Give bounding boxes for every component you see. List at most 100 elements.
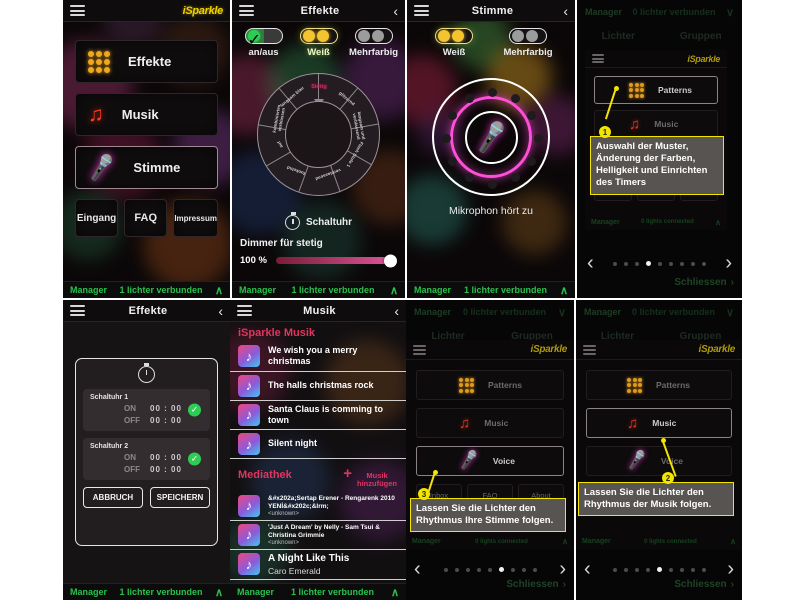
toggle-weiss-switch[interactable] [299, 28, 338, 44]
pager-next-icon[interactable]: › [559, 558, 566, 581]
home-button-faq[interactable]: FAQ [124, 199, 168, 237]
wheel-segment-verblassend[interactable]: verblassend [308, 165, 347, 183]
close-label: Schliessen [674, 579, 727, 590]
timer-row-2[interactable]: Schaltuhr 2 ON 00 : 00 OFF 00 : 00 ✓ [83, 438, 210, 480]
track-info: A Night Like This Caro Emerald [268, 553, 349, 576]
inner-button-music[interactable]: ♫ Music [416, 408, 564, 438]
chevron-up-icon[interactable]: ∧ [215, 586, 223, 599]
wheel-hub[interactable] [285, 101, 352, 168]
back-icon[interactable]: ‹ [387, 304, 399, 318]
menu-icon[interactable] [583, 344, 596, 355]
pager-prev-icon[interactable]: ‹ [414, 558, 421, 581]
home-button-eingang[interactable]: Eingang [75, 199, 119, 237]
status-manager[interactable]: Manager [414, 285, 451, 295]
toggle-weiss[interactable]: Weiß [417, 28, 491, 58]
track-row[interactable]: ♪ Santa Claus is comming to town [230, 401, 406, 430]
callout-number: 1 [599, 126, 611, 138]
add-music-label[interactable]: Musik hinzufügen [356, 471, 398, 489]
toggle-mehrfarbig[interactable]: Mehrfarbig [491, 28, 565, 58]
slider-thumb[interactable] [384, 254, 397, 267]
chevron-up-icon[interactable]: ∧ [391, 586, 399, 599]
tutorial-close-button[interactable]: Schliessen › [506, 579, 566, 590]
timer-enabled-check[interactable]: ✓ [188, 403, 201, 417]
effect-wheel[interactable]: Stetig glitzernd langsam und verblassend… [257, 73, 380, 196]
track-row[interactable]: ♪ We wish you a merry christmas [230, 342, 406, 372]
timer-on-value[interactable]: 00 : 00 [150, 404, 182, 413]
menu-icon[interactable] [592, 54, 604, 63]
toggle-knob [526, 30, 538, 42]
back-icon[interactable]: ‹ [556, 4, 568, 18]
album-art: ♪ [238, 345, 260, 368]
menu-icon[interactable] [239, 5, 254, 16]
toggle-weiss-switch[interactable] [435, 28, 473, 44]
track-row[interactable]: ♪ A Night Like This Caro Emerald [230, 550, 406, 580]
pager-prev-icon[interactable]: ‹ [584, 558, 591, 581]
timer-off-value[interactable]: 00 : 00 [150, 465, 182, 474]
inner-statusbar: Manager 0 lights connected ∧ [406, 535, 574, 548]
track-row[interactable]: ♪ The halls christmas rock [230, 372, 406, 401]
menu-icon[interactable] [237, 305, 252, 316]
status-lights: 0 lichter verbunden [462, 307, 546, 317]
save-button[interactable]: SPEICHERN [150, 487, 210, 508]
pager-next-icon[interactable]: › [725, 252, 732, 275]
pager-next-icon[interactable]: › [727, 558, 734, 581]
toggle-mehrfarbig-switch[interactable] [509, 28, 547, 44]
plus-icon[interactable]: + [343, 465, 356, 482]
chevron-right-icon: › [730, 579, 734, 590]
page-title: Effekte [128, 304, 168, 317]
timer-off-line[interactable]: OFF 00 : 00 [124, 465, 203, 474]
pager-prev-icon[interactable]: ‹ [587, 252, 594, 275]
inner-button-voice[interactable]: 🎤 Voice [416, 446, 564, 476]
toggle-onoff-switch[interactable]: ✓ [244, 28, 283, 49]
timer-off-line[interactable]: OFF 00 : 00 [124, 416, 203, 425]
timer-name: Schaltuhr 1 [90, 394, 129, 401]
menu-icon[interactable] [413, 344, 426, 355]
home-button-effekte[interactable]: Effekte [75, 40, 218, 83]
inner-button-music[interactable]: ♫ Music [594, 110, 718, 138]
timer-label: Schaltuhr [305, 217, 353, 228]
track-row[interactable]: ♪ &#x202a;Sertap Erener - Rengarenk 2010… [230, 492, 406, 521]
status-manager[interactable]: Manager [237, 587, 274, 597]
chevron-up-icon: ∧ [715, 217, 721, 227]
menu-icon[interactable] [70, 5, 85, 16]
chevron-up-icon[interactable]: ∧ [390, 284, 398, 297]
status-manager[interactable]: Manager [70, 587, 107, 597]
chevron-up-icon[interactable]: ∧ [560, 284, 568, 297]
timer-enabled-check[interactable]: ✓ [188, 452, 201, 466]
page-title: Effekte [300, 4, 340, 17]
timer-row-1[interactable]: Schaltuhr 1 ON 00 : 00 OFF 00 : 00 ✓ [83, 389, 210, 431]
back-icon[interactable]: ‹ [211, 304, 223, 318]
inner-button-voice[interactable]: 🎤 Voice [586, 446, 732, 476]
home-button-stimme[interactable]: 🎤 Stimme [75, 146, 218, 189]
track-row[interactable]: ♪ Silent night [230, 430, 406, 459]
timer-off-value[interactable]: 00 : 00 [150, 416, 182, 425]
status-manager[interactable]: Manager [239, 285, 276, 295]
chevron-right-icon: › [562, 579, 566, 590]
voice-listen-zone[interactable]: 🎤 Mikrophon hört zu [407, 78, 575, 217]
timer-on-value[interactable]: 00 : 00 [150, 453, 182, 462]
menu-icon[interactable] [414, 5, 429, 16]
home-button-musik[interactable]: ♫ Musik [75, 93, 218, 136]
status-manager: Manager [412, 538, 441, 545]
cancel-button[interactable]: ABBRUCH [83, 487, 143, 508]
back-icon[interactable]: ‹ [386, 4, 398, 18]
toggle-onoff[interactable]: ✓ an/aus [236, 28, 291, 58]
inner-button-patterns[interactable]: Patterns [416, 370, 564, 400]
tutorial-close-button[interactable]: Schliessen › [674, 579, 734, 590]
toggle-mehrfarbig[interactable]: Mehrfarbig [346, 28, 401, 58]
toggle-weiss[interactable]: Weiß [291, 28, 346, 58]
dimmer-slider-row[interactable]: 100 % [240, 254, 397, 267]
effects-timer-row[interactable]: Schaltuhr [232, 212, 405, 230]
dimmer-slider[interactable] [276, 254, 397, 267]
home-button-impressum[interactable]: Impressum [173, 199, 218, 237]
menu-icon[interactable] [70, 305, 85, 316]
toggle-mehrfarbig-switch[interactable] [354, 28, 393, 44]
track-artist: Caro Emerald [268, 565, 321, 576]
album-art: ♪ [238, 403, 260, 426]
chevron-up-icon[interactable]: ∧ [215, 284, 223, 297]
inner-button-music[interactable]: ♫ Music [586, 408, 732, 438]
inner-button-patterns[interactable]: Patterns [586, 370, 732, 400]
track-row[interactable]: ♪ 'Just A Dream' by Nelly - Sam Tsui & C… [230, 521, 406, 550]
tutorial-close-button[interactable]: Schliessen › [674, 277, 734, 288]
status-manager[interactable]: Manager [70, 285, 107, 295]
